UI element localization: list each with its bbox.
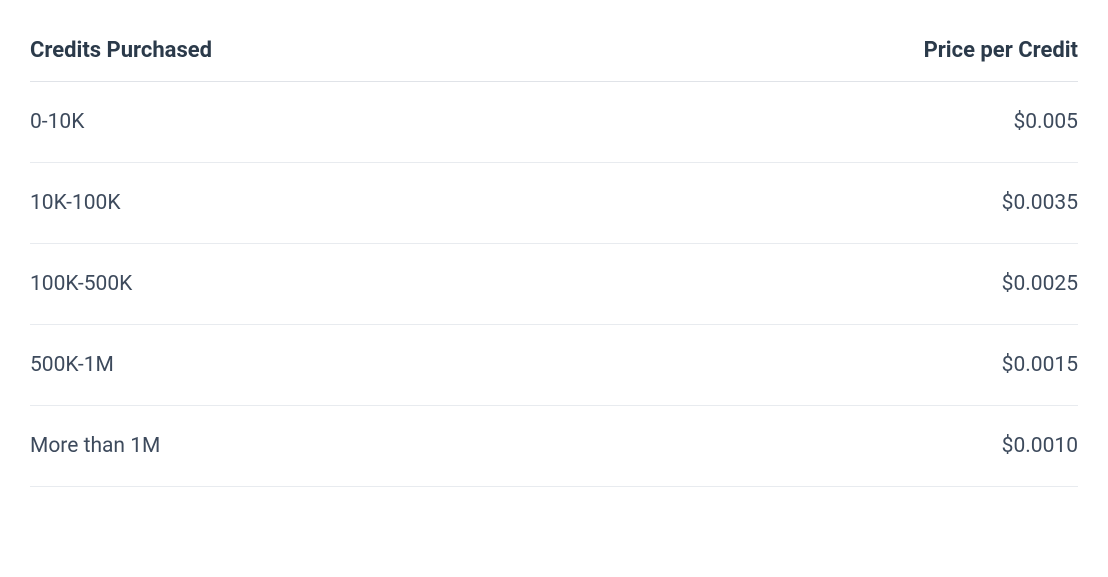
cell-price: $0.0015 <box>1002 353 1078 377</box>
cell-price: $0.0035 <box>1002 191 1078 215</box>
table-row: 500K-1M $0.0015 <box>30 325 1078 406</box>
cell-price: $0.0025 <box>1002 272 1078 296</box>
table-row: 100K-500K $0.0025 <box>30 244 1078 325</box>
table-row: More than 1M $0.0010 <box>30 406 1078 487</box>
cell-credits: More than 1M <box>30 434 160 458</box>
table-row: 10K-100K $0.0035 <box>30 163 1078 244</box>
pricing-table: Credits Purchased Price per Credit 0-10K… <box>30 20 1078 487</box>
cell-price: $0.0010 <box>1002 434 1078 458</box>
cell-credits: 10K-100K <box>30 191 121 215</box>
header-credits-purchased: Credits Purchased <box>30 38 212 63</box>
header-price-per-credit: Price per Credit <box>924 38 1078 63</box>
table-header-row: Credits Purchased Price per Credit <box>30 20 1078 82</box>
cell-credits: 100K-500K <box>30 272 132 296</box>
cell-price: $0.005 <box>1013 110 1078 134</box>
cell-credits: 500K-1M <box>30 353 114 377</box>
table-row: 0-10K $0.005 <box>30 82 1078 163</box>
cell-credits: 0-10K <box>30 110 84 134</box>
